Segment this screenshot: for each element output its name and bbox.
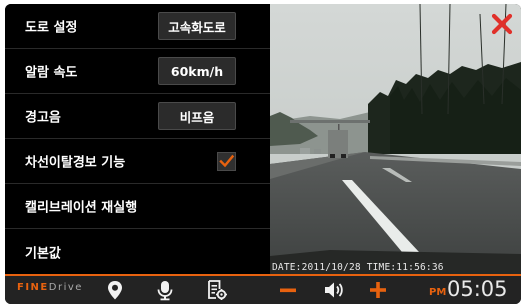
settings-document-icon[interactable]: [206, 279, 228, 301]
clock-ampm: PM: [429, 287, 447, 298]
warning-sound-label: 경고음: [25, 110, 61, 126]
plus-icon[interactable]: [367, 279, 389, 301]
minus-icon[interactable]: [277, 279, 299, 301]
screen: 도로 설정 고속화도로 알람 속도 60km/h 경고음 비프음 차선이탈경보 …: [5, 4, 521, 304]
recalibrate-row[interactable]: 캘리브레이션 재실행: [5, 184, 270, 229]
checkmark-icon: [219, 154, 235, 168]
row-road-setting: 도로 설정 고속화도로: [5, 4, 270, 49]
row-warning-sound: 경고음 비프음: [5, 94, 270, 139]
defaults-row[interactable]: 기본값: [5, 229, 270, 274]
camera-feed: [270, 4, 521, 274]
bottom-toolbar: FINEDrive PM 05:05: [5, 274, 521, 304]
speaker-icon[interactable]: [323, 279, 345, 301]
row-alarm-speed: 알람 속도 60km/h: [5, 49, 270, 94]
settings-menu: 도로 설정 고속화도로 알람 속도 60km/h 경고음 비프음 차선이탈경보 …: [5, 4, 270, 274]
clock-time: 05:05: [447, 277, 508, 301]
brand-logo: FINEDrive: [17, 282, 83, 293]
road-setting-label: 도로 설정: [25, 20, 78, 36]
alarm-speed-button[interactable]: 60km/h: [158, 57, 236, 85]
microphone-icon[interactable]: [154, 279, 176, 301]
defaults-label: 기본값: [25, 246, 61, 261]
lane-departure-checkbox[interactable]: [217, 152, 236, 171]
video-timestamp: DATE:2011/10/28 TIME:11:56:36: [272, 262, 444, 273]
row-lane-departure[interactable]: 차선이탈경보 기능: [5, 139, 270, 184]
brand-drive: Drive: [48, 282, 83, 293]
alarm-speed-label: 알람 속도: [25, 65, 78, 81]
close-icon[interactable]: [490, 12, 514, 36]
lane-departure-label: 차선이탈경보 기능: [25, 155, 126, 171]
recalibrate-label: 캘리브레이션 재실행: [25, 200, 138, 216]
road-setting-button[interactable]: 고속화도로: [158, 12, 236, 40]
map-pin-icon[interactable]: [104, 279, 126, 301]
road-scene: [270, 4, 521, 274]
warning-sound-button[interactable]: 비프음: [158, 102, 236, 130]
brand-fine: FINE: [17, 282, 49, 293]
